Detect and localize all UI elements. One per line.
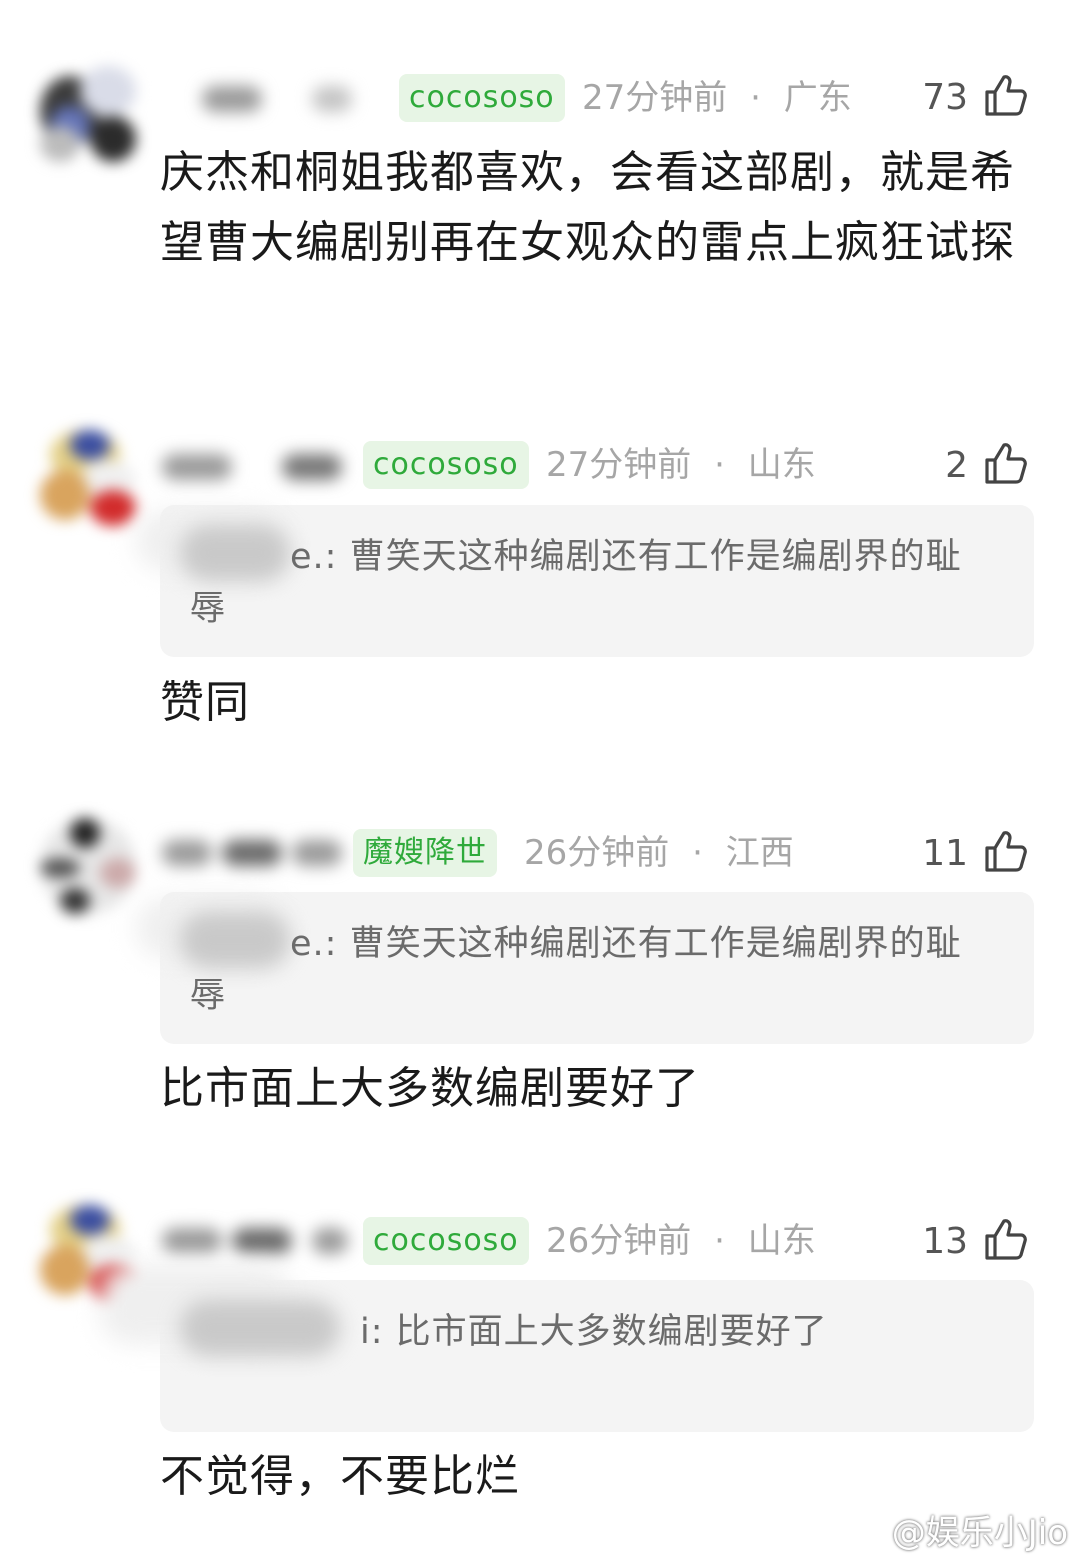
avatar[interactable] (40, 818, 136, 914)
user-tag: 魔嫂降世 (353, 829, 497, 877)
avatar[interactable] (40, 430, 136, 526)
thumbs-up-icon (982, 439, 1030, 491)
user-tag: cocososo (363, 441, 529, 489)
comment-meta: 27分钟前 · 广东 (582, 74, 852, 122)
like-button[interactable]: 2 (945, 438, 1030, 492)
like-count: 11 (922, 832, 968, 874)
comment-meta: 27分钟前 · 山东 (546, 441, 816, 489)
comment-meta: 26分钟前 · 山东 (546, 1217, 816, 1265)
comment-time: 26分钟前 (546, 1221, 692, 1261)
comment-location: 山东 (747, 1221, 816, 1261)
watermark-text: @娱乐小Jio (891, 1513, 1068, 1553)
username[interactable] (162, 440, 352, 494)
comment-time: 27分钟前 (582, 78, 728, 118)
comment-text: 赞同 (160, 677, 250, 728)
comment-text: 庆杰和桐姐我都喜欢，会看这部剧，就是希望曹大编剧别再在女观众的雷点上疯狂试探 (160, 147, 1015, 268)
meta-separator: · (714, 1221, 725, 1261)
like-button[interactable]: 11 (922, 826, 1030, 880)
like-button[interactable]: 73 (922, 70, 1030, 124)
like-count: 73 (922, 76, 968, 118)
like-count: 13 (922, 1220, 968, 1262)
quoted-text: i: 比市面上大多数编剧要好了 (360, 1312, 828, 1352)
thumbs-up-icon (982, 1215, 1030, 1267)
user-tag: cocososo (363, 1217, 529, 1265)
comment-text: 比市面上大多数编剧要好了 (160, 1063, 700, 1114)
comment-time: 26分钟前 (524, 833, 670, 873)
quoted-reply[interactable]: e.: 曹笑天这种编剧还有工作是编剧界的耻辱 (136, 892, 1034, 1044)
quoted-reply[interactable]: i: 比市面上大多数编剧要好了 (100, 1264, 1034, 1432)
comment-meta: 26分钟前 · 江西 (524, 829, 794, 877)
username[interactable] (162, 1214, 352, 1268)
avatar[interactable] (40, 66, 136, 162)
weibo-logo-icon (846, 1508, 886, 1551)
quoted-text: e.: 曹笑天这种编剧还有工作是编剧界的耻辱 (190, 924, 962, 1016)
quoted-text: e.: 曹笑天这种编剧还有工作是编剧界的耻辱 (190, 537, 962, 629)
comment-location: 山东 (747, 445, 816, 485)
meta-separator: · (714, 445, 725, 485)
user-tag: cocososo (399, 74, 565, 122)
meta-separator: · (750, 78, 761, 118)
comment-location: 广东 (783, 78, 852, 118)
meta-separator: · (692, 833, 703, 873)
watermark: @娱乐小Jio (846, 1505, 1068, 1554)
like-count: 2 (945, 444, 968, 486)
quoted-reply[interactable]: e.: 曹笑天这种编剧还有工作是编剧界的耻辱 (136, 505, 1034, 657)
thumbs-up-icon (982, 827, 1030, 879)
comment-location: 江西 (725, 833, 794, 873)
username[interactable] (162, 826, 342, 880)
like-button[interactable]: 13 (922, 1214, 1030, 1268)
thumbs-up-icon (982, 71, 1030, 123)
comment-text: 不觉得，不要比烂 (160, 1451, 520, 1502)
comment-time: 27分钟前 (546, 445, 692, 485)
username[interactable] (162, 72, 382, 126)
